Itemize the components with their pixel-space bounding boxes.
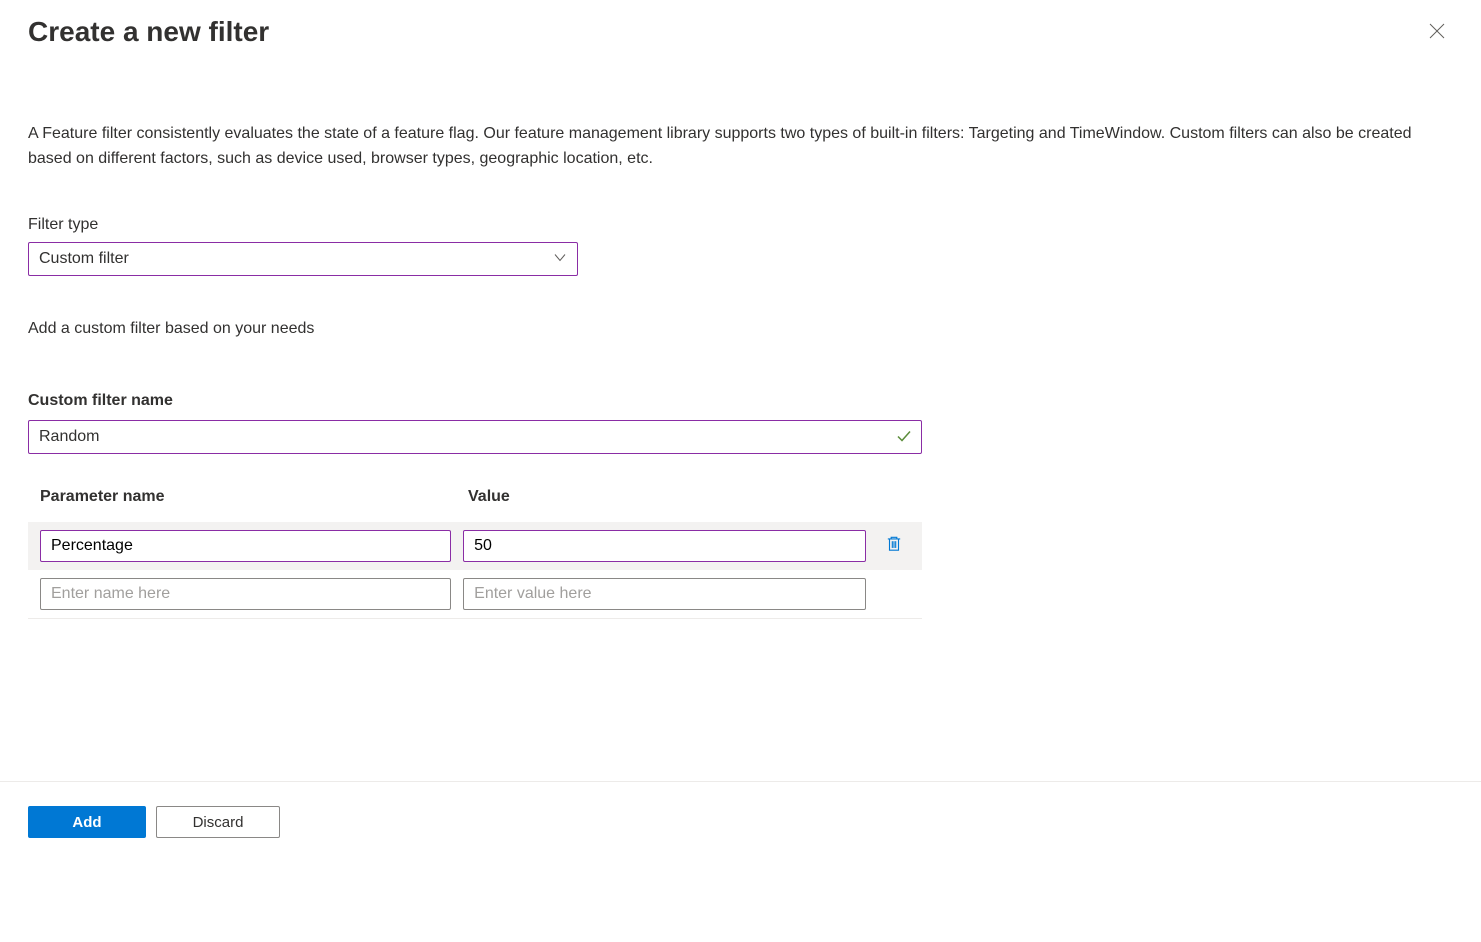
description-text: A Feature filter consistently evaluates … (28, 122, 1453, 172)
parameter-name-input[interactable] (40, 530, 451, 562)
filter-type-label: Filter type (28, 216, 1453, 234)
filter-type-selected-value: Custom filter (39, 250, 129, 268)
custom-filter-name-input[interactable] (28, 420, 922, 454)
custom-filter-name-label: Custom filter name (28, 392, 1453, 410)
table-row (28, 570, 922, 619)
filter-type-helper: Add a custom filter based on your needs (28, 320, 1453, 338)
delete-row-button[interactable] (878, 530, 910, 562)
table-row (28, 522, 922, 570)
close-icon (1429, 23, 1445, 42)
trash-icon (885, 535, 903, 556)
parameter-value-input[interactable] (463, 530, 866, 562)
add-button[interactable]: Add (28, 806, 146, 838)
column-header-parameter-name: Parameter name (40, 488, 468, 506)
row-action-spacer (878, 578, 910, 610)
checkmark-icon (896, 427, 912, 446)
filter-type-select[interactable]: Custom filter (28, 242, 578, 276)
close-button[interactable] (1421, 16, 1453, 48)
parameter-name-input[interactable] (40, 578, 451, 610)
discard-button[interactable]: Discard (156, 806, 280, 838)
page-title: Create a new filter (28, 16, 269, 48)
parameters-table: Parameter name Value (28, 478, 922, 619)
column-header-value: Value (468, 488, 910, 506)
parameter-value-input[interactable] (463, 578, 866, 610)
